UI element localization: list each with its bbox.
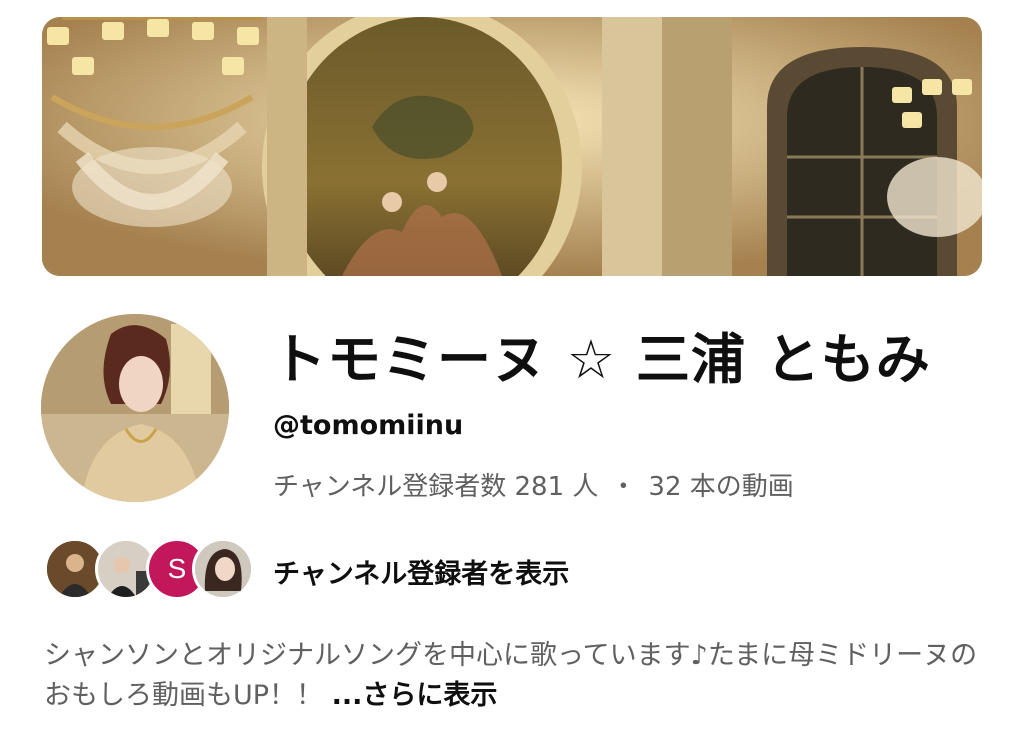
channel-description[interactable]: シャンソンとオリジナルソングを中心に歌っています♪たまに母ミドリーヌのおもしろ動… xyxy=(44,636,984,716)
stats-separator: ・ xyxy=(610,472,637,502)
channel-banner xyxy=(42,17,982,276)
show-more-link[interactable]: ...さらに表示 xyxy=(332,680,498,711)
video-count: 32 本の動画 xyxy=(648,472,794,502)
description-text: シャンソンとオリジナルソングを中心に歌っています♪たまに母ミドリーヌのおもしろ動… xyxy=(44,640,978,711)
channel-handle: @tomomiinu xyxy=(273,410,464,441)
view-subscribers-link[interactable]: チャンネル登録者を表示 xyxy=(273,552,569,591)
channel-stats: チャンネル登録者数 281 人・ 32 本の動画 xyxy=(273,466,794,503)
subscriber-avatar xyxy=(192,538,254,600)
channel-page: トモミーヌ ☆ 三浦 ともみ @tomomiinu チャンネル登録者数 281 … xyxy=(0,0,1024,740)
subscriber-avatars[interactable]: S xyxy=(44,538,254,602)
channel-name: トモミーヌ ☆ 三浦 ともみ xyxy=(272,328,931,391)
subscriber-count: チャンネル登録者数 281 人 xyxy=(273,472,599,502)
channel-avatar[interactable] xyxy=(41,314,229,502)
